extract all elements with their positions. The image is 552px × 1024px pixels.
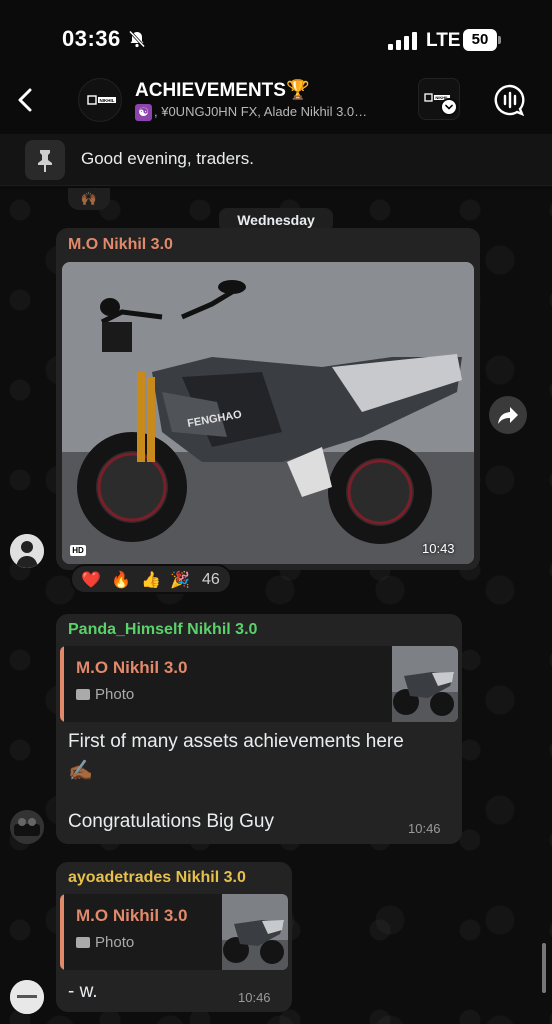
trophy-icon: 🏆 [285,80,310,101]
heart-reaction[interactable]: ❤️ [81,570,101,590]
thumbs-up-reaction[interactable]: 👍 [141,570,161,590]
camera-icon [76,689,90,700]
writing-hand-emoji: ✍🏾 [68,760,93,782]
message-time: 10:46 [238,990,271,1005]
avatar[interactable] [10,980,44,1014]
bell-muted-icon [128,30,146,48]
message-time: 10:43 [422,541,455,556]
yin-yang-icon: ☯ [135,104,152,122]
signal-icon [388,32,417,50]
message-text: First of many assets achievements here [68,731,404,752]
group-title[interactable]: ACHIEVEMENTS🏆 [135,78,310,102]
message-time: 10:46 [408,821,441,836]
group-avatar[interactable]: NIKHIL [78,78,122,122]
svg-text:NIKHIL: NIKHIL [100,98,115,103]
sender-name[interactable]: ayoadetrades Nikhil 3.0 [68,869,246,887]
back-icon[interactable] [10,82,42,118]
chevron-down-icon[interactable] [440,98,458,116]
pinned-message-bar[interactable]: Good evening, traders. [0,134,552,186]
battery-icon: 50 [463,29,501,51]
status-time: 03:36 [62,26,121,51]
avatar[interactable] [10,810,44,844]
group-members[interactable]: ☯, ¥0UNGJ0HN FX, Alade Nikhil 3.0… [135,104,415,122]
message-text: Congratulations Big Guy [68,811,274,832]
pinned-text: Good evening, traders. [81,149,254,168]
quoted-sender: M.O Nikhil 3.0 [76,906,188,925]
sender-name[interactable]: M.O Nikhil 3.0 [68,236,173,254]
quoted-photo-thumb [222,894,288,970]
avatar[interactable] [10,534,44,568]
sender-name[interactable]: Panda_Himself Nikhil 3.0 [68,621,257,639]
status-bar: 03:36 LTE 50 [0,0,552,80]
reactions-bar[interactable]: ❤️ 🔥 👍 🎉 46 [70,564,232,594]
quoted-reply[interactable]: M.O Nikhil 3.0 Photo [60,646,458,722]
network-type: LTE [426,30,461,51]
quoted-type: Photo [76,934,134,951]
scrollbar[interactable] [542,943,546,993]
quoted-photo-thumb [392,646,458,722]
battery-level: 50 [463,29,497,51]
pin-icon [25,140,65,180]
hd-badge: HD [70,545,86,556]
quoted-sender: M.O Nikhil 3.0 [76,658,188,677]
forward-icon [498,407,518,424]
quoted-type: Photo [76,686,134,703]
message-text: - w. [68,981,98,1002]
party-reaction[interactable]: 🎉 [170,570,190,590]
reaction-count: 46 [202,571,220,588]
fire-reaction[interactable]: 🔥 [111,570,131,590]
motorcycle-photo[interactable]: FENGHAO [62,262,474,564]
forward-button[interactable] [489,396,527,434]
reaction-chip[interactable]: 🙌🏾 [68,188,110,210]
camera-icon [76,937,90,948]
voice-chat-icon[interactable] [492,82,528,118]
chat-header: NIKHIL ACHIEVEMENTS🏆 ☯, ¥0UNGJ0HN FX, Al… [0,74,552,134]
quoted-reply[interactable]: M.O Nikhil 3.0 Photo [60,894,288,970]
